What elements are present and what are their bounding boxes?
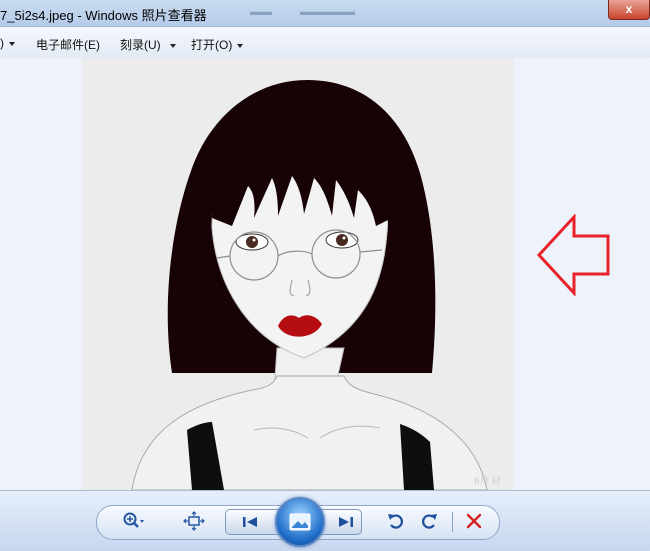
annotation-arrow-icon	[536, 214, 610, 296]
title-bar-ghost-text: ▬▬▬▬▬	[300, 6, 355, 18]
rotate-clockwise-button[interactable]	[417, 509, 441, 533]
zoom-button[interactable]	[122, 509, 146, 533]
window-title: 7_5i2s4.jpeg - Windows 照片查看器	[0, 8, 207, 23]
next-icon	[339, 517, 353, 527]
rotate-counterclockwise-icon	[388, 514, 403, 529]
signature: 6月 材	[474, 475, 501, 487]
previous-button[interactable]	[238, 510, 262, 534]
menu-item-label: 刻录(U)	[120, 38, 161, 52]
chevron-down-icon	[9, 41, 15, 46]
menu-bar: ) 电子邮件(E) 刻录(U) 打开(O)	[0, 27, 650, 59]
title-bar-ghost-text: ▬▬	[250, 6, 272, 18]
window-close-button[interactable]: x	[608, 0, 650, 20]
chevron-down-icon	[169, 43, 176, 48]
fit-to-window-button[interactable]	[182, 509, 206, 533]
slideshow-icon	[289, 513, 311, 531]
delete-button[interactable]	[462, 509, 486, 533]
toolbar-separator	[452, 512, 453, 532]
previous-icon	[243, 517, 257, 527]
bottom-toolbar	[0, 490, 650, 551]
rotate-clockwise-icon	[422, 514, 437, 529]
image-viewer-area[interactable]: 6月 材	[0, 58, 650, 490]
menu-item-partial[interactable]: )	[0, 36, 15, 50]
portrait-illustration: 6月 材	[82, 58, 514, 490]
photo: 6月 材	[82, 58, 514, 490]
menu-item-open[interactable]: 打开(O)	[191, 36, 244, 53]
menu-item-label: 打开(O)	[191, 38, 233, 52]
next-button[interactable]	[334, 510, 358, 534]
menu-item-email[interactable]: 电子邮件(E)	[36, 36, 100, 53]
slideshow-button[interactable]	[275, 497, 325, 547]
menu-item-label: 电子邮件(E)	[36, 38, 100, 52]
rotate-counterclockwise-button[interactable]	[384, 509, 408, 533]
menu-item-label: )	[0, 36, 4, 50]
title-bar: 7_5i2s4.jpeg - Windows 照片查看器 ▬▬ ▬▬▬▬▬ x	[0, 0, 650, 27]
fit-to-window-icon	[183, 511, 205, 531]
close-icon: x	[625, 2, 633, 16]
zoom-icon	[123, 512, 144, 528]
delete-icon	[466, 513, 482, 529]
menu-item-burn[interactable]: 刻录(U)	[120, 36, 176, 53]
chevron-down-icon	[237, 43, 244, 48]
